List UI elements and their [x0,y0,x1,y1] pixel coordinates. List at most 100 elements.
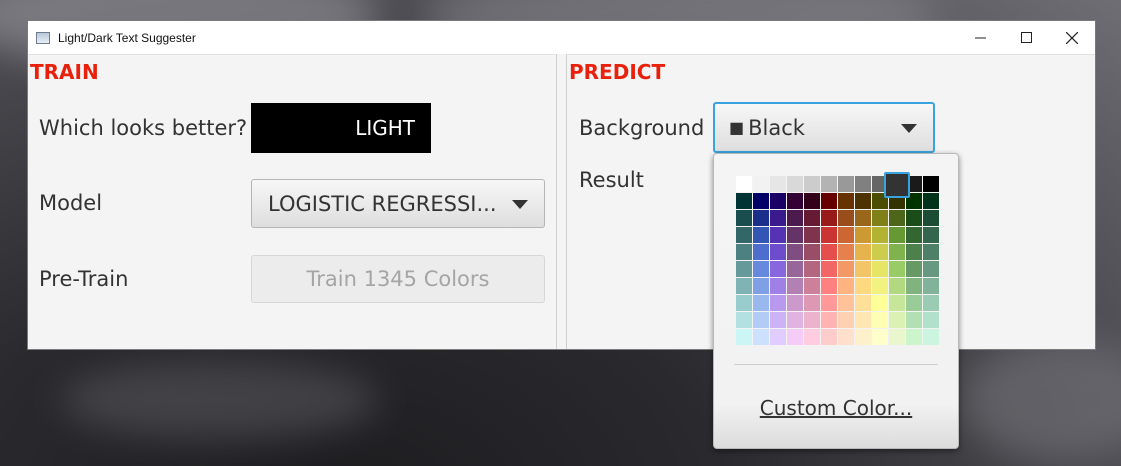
minimize-button[interactable] [957,21,1003,54]
color-swatch[interactable] [804,244,820,260]
color-swatch[interactable] [923,278,939,294]
color-swatch[interactable] [855,227,871,243]
color-swatch[interactable] [838,176,854,192]
color-swatch[interactable] [906,261,922,277]
color-swatch[interactable] [889,227,905,243]
color-swatch[interactable] [821,295,837,311]
selected-color-swatch[interactable] [884,172,910,198]
color-swatch[interactable] [872,312,888,328]
color-swatch[interactable] [736,329,752,345]
color-swatch[interactable] [770,278,786,294]
color-swatch[interactable] [838,295,854,311]
color-swatch[interactable] [821,193,837,209]
color-swatch[interactable] [855,278,871,294]
color-swatch[interactable] [787,312,803,328]
color-swatch[interactable] [923,329,939,345]
color-swatch[interactable] [838,193,854,209]
color-swatch[interactable] [753,176,769,192]
color-swatch[interactable] [787,227,803,243]
color-swatch[interactable] [753,193,769,209]
color-swatch[interactable] [923,176,939,192]
color-swatch[interactable] [906,244,922,260]
color-swatch[interactable] [736,227,752,243]
color-swatch[interactable] [889,210,905,226]
color-swatch[interactable] [923,295,939,311]
color-swatch[interactable] [787,261,803,277]
color-swatch[interactable] [872,227,888,243]
color-swatch[interactable] [889,244,905,260]
color-swatch[interactable] [923,244,939,260]
color-swatch[interactable] [923,210,939,226]
color-swatch[interactable] [804,176,820,192]
color-swatch[interactable] [770,329,786,345]
color-swatch[interactable] [770,210,786,226]
color-swatch[interactable] [821,329,837,345]
color-swatch[interactable] [821,244,837,260]
color-swatch[interactable] [804,295,820,311]
color-swatch[interactable] [855,193,871,209]
color-swatch[interactable] [821,312,837,328]
color-swatch[interactable] [872,244,888,260]
color-swatch[interactable] [787,329,803,345]
color-swatch[interactable] [753,227,769,243]
light-preview-button[interactable]: LIGHT [251,103,431,153]
color-swatch[interactable] [889,278,905,294]
color-swatch[interactable] [838,261,854,277]
color-swatch[interactable] [906,329,922,345]
color-swatch[interactable] [923,227,939,243]
color-swatch[interactable] [770,261,786,277]
color-swatch[interactable] [855,312,871,328]
color-swatch[interactable] [855,210,871,226]
custom-color-link[interactable]: Custom Color... [714,396,958,420]
color-swatch[interactable] [753,261,769,277]
color-swatch[interactable] [753,295,769,311]
color-swatch[interactable] [855,176,871,192]
color-swatch[interactable] [770,295,786,311]
color-swatch[interactable] [889,312,905,328]
color-swatch[interactable] [855,295,871,311]
color-swatch[interactable] [855,329,871,345]
color-swatch[interactable] [855,261,871,277]
color-swatch[interactable] [906,278,922,294]
color-swatch[interactable] [838,210,854,226]
color-swatch[interactable] [804,261,820,277]
color-swatch[interactable] [872,261,888,277]
color-swatch[interactable] [736,193,752,209]
close-button[interactable] [1049,21,1095,54]
color-swatch[interactable] [804,193,820,209]
color-swatch[interactable] [787,193,803,209]
color-swatch[interactable] [787,244,803,260]
color-swatch[interactable] [804,227,820,243]
color-swatch[interactable] [923,193,939,209]
color-swatch[interactable] [855,244,871,260]
color-swatch[interactable] [821,278,837,294]
color-swatch[interactable] [906,312,922,328]
color-swatch[interactable] [770,176,786,192]
color-swatch[interactable] [787,295,803,311]
maximize-button[interactable] [1003,21,1049,54]
color-swatch[interactable] [872,278,888,294]
title-bar[interactable]: Light/Dark Text Suggester [28,21,1095,55]
color-swatch[interactable] [753,312,769,328]
color-swatch[interactable] [770,244,786,260]
color-swatch[interactable] [838,278,854,294]
color-swatch[interactable] [821,227,837,243]
color-swatch[interactable] [736,210,752,226]
color-swatch[interactable] [872,329,888,345]
color-swatch[interactable] [770,193,786,209]
color-swatch[interactable] [821,210,837,226]
color-swatch[interactable] [923,312,939,328]
color-swatch[interactable] [821,261,837,277]
color-swatch[interactable] [736,261,752,277]
color-swatch[interactable] [804,278,820,294]
color-swatch[interactable] [736,244,752,260]
color-swatch[interactable] [872,295,888,311]
color-swatch[interactable] [889,261,905,277]
color-swatch[interactable] [906,227,922,243]
color-swatch[interactable] [753,244,769,260]
color-swatch[interactable] [804,210,820,226]
color-swatch[interactable] [838,244,854,260]
color-swatch[interactable] [787,176,803,192]
color-swatch[interactable] [736,295,752,311]
color-swatch[interactable] [753,329,769,345]
